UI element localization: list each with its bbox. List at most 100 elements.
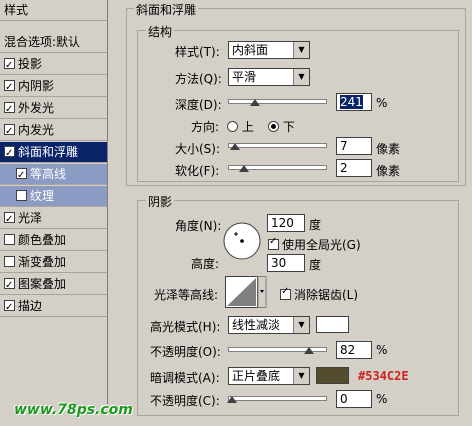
- size-slider-thumb[interactable]: [229, 143, 240, 150]
- gloss-contour-label: 光泽等高线:: [154, 288, 219, 302]
- style-item-gradient-overlay[interactable]: 渐变叠加: [0, 252, 107, 273]
- shadow-opacity-input[interactable]: 0: [336, 390, 372, 408]
- shadow-opacity-slider-track[interactable]: [228, 396, 327, 401]
- shadow-color-swatch[interactable]: [316, 367, 349, 384]
- style-item-inner-glow[interactable]: 内发光: [0, 120, 107, 141]
- style-item-label: 图案叠加: [18, 277, 67, 291]
- anti-aliased-option[interactable]: 消除锯齿(L): [280, 286, 358, 303]
- highlight-mode-select[interactable]: 线性减淡 ▼: [228, 316, 310, 334]
- style-item-label: 渐变叠加: [18, 255, 67, 269]
- highlight-opacity-slider-thumb[interactable]: [304, 347, 315, 354]
- chevron-down-icon: ▼: [293, 42, 309, 58]
- bevel-emboss-checkbox[interactable]: [4, 143, 15, 162]
- depth-label: 深度(D):: [175, 98, 222, 112]
- depth-slider-thumb[interactable]: [249, 99, 260, 106]
- style-item-outer-glow[interactable]: 外发光: [0, 98, 107, 119]
- highlight-mode-value: 线性减淡: [232, 318, 281, 332]
- chevron-down-icon: ▼: [293, 368, 309, 384]
- style-item-satin[interactable]: 光泽: [0, 208, 107, 229]
- highlight-mode-label: 高光模式(H):: [150, 320, 221, 334]
- shadow-color-annotation: #534C2E: [358, 369, 409, 383]
- angle-dial-center: [240, 239, 244, 243]
- altitude-value: 30: [271, 256, 287, 270]
- bevel-emboss-title: 斜面和浮雕: [134, 1, 199, 18]
- style-item-label: 等高线: [30, 167, 67, 181]
- chevron-down-icon: ▼: [293, 69, 309, 85]
- direction-up-option[interactable]: 上: [227, 118, 254, 135]
- depth-input[interactable]: 241: [336, 93, 372, 111]
- angle-unit: 度: [309, 218, 322, 232]
- satin-checkbox[interactable]: [4, 209, 15, 228]
- angle-label: 角度(N):: [175, 219, 222, 233]
- style-item-drop-shadow[interactable]: 投影: [0, 54, 107, 75]
- highlight-color-swatch[interactable]: [316, 316, 349, 333]
- contour-checkbox[interactable]: [16, 165, 27, 184]
- style-item-pattern-overlay[interactable]: 图案叠加: [0, 274, 107, 295]
- stroke-checkbox[interactable]: [4, 297, 15, 316]
- direction-down-label: 下: [282, 120, 295, 134]
- outer-glow-checkbox[interactable]: [4, 99, 15, 118]
- anti-aliased-checkbox[interactable]: [280, 286, 291, 300]
- size-slider-track[interactable]: [228, 143, 327, 148]
- chevron-down-icon: ▼: [293, 317, 309, 333]
- direction-up-label: 上: [241, 120, 254, 134]
- gradient-overlay-checkbox[interactable]: [4, 256, 15, 267]
- angle-dial[interactable]: [222, 221, 262, 261]
- shadow-opacity-slider-thumb[interactable]: [227, 396, 237, 403]
- style-item-color-overlay[interactable]: 颜色叠加: [0, 230, 107, 251]
- anti-aliased-label: 消除锯齿(L): [294, 288, 359, 302]
- shadow-mode-label: 暗调模式(A):: [150, 371, 220, 385]
- gloss-contour-picker[interactable]: [225, 276, 267, 308]
- style-item-label: 纹理: [30, 189, 55, 203]
- styles-header[interactable]: 样式: [0, 0, 107, 21]
- direction-down-option[interactable]: 下: [268, 118, 295, 135]
- style-item-label: 外发光: [18, 101, 55, 115]
- style-item-label: 描边: [18, 299, 43, 313]
- drop-shadow-checkbox[interactable]: [4, 55, 15, 74]
- color-overlay-checkbox[interactable]: [4, 234, 15, 245]
- global-light-label: 使用全局光(G): [282, 238, 361, 252]
- soften-input[interactable]: 2: [336, 159, 372, 177]
- size-input[interactable]: 7: [336, 137, 372, 155]
- shading-title: 阴影: [146, 193, 175, 210]
- altitude-label: 高度:: [191, 257, 220, 271]
- angle-value: 120: [271, 216, 294, 230]
- size-label: 大小(S):: [175, 142, 221, 156]
- depth-slider-track[interactable]: [228, 99, 327, 104]
- shadow-mode-select[interactable]: 正片叠底 ▼: [228, 367, 310, 385]
- style-item-label: 内阴影: [18, 79, 55, 93]
- inner-glow-checkbox[interactable]: [4, 121, 15, 140]
- direction-up-radio[interactable]: [227, 121, 238, 132]
- size-unit: 像素: [376, 142, 401, 156]
- layer-style-list: 样式 混合选项:默认 投影 内阴影 外发光 内发光 斜面和浮雕 等高线 纹理 光…: [0, 0, 108, 404]
- soften-label: 软化(F):: [175, 164, 220, 178]
- shadow-opacity-unit: %: [376, 392, 388, 406]
- style-item-texture[interactable]: 纹理: [0, 186, 107, 207]
- global-light-checkbox[interactable]: [268, 236, 279, 250]
- highlight-opacity-unit: %: [376, 343, 388, 357]
- angle-input[interactable]: 120: [267, 214, 305, 232]
- style-item-contour[interactable]: 等高线: [0, 164, 107, 185]
- style-item-blending-options[interactable]: 混合选项:默认: [0, 32, 107, 53]
- style-item-label: 光泽: [18, 211, 43, 225]
- altitude-unit: 度: [309, 258, 322, 272]
- style-select[interactable]: 内斜面 ▼: [228, 41, 310, 59]
- depth-value: 241: [340, 95, 363, 109]
- style-item-inner-shadow[interactable]: 内阴影: [0, 76, 107, 97]
- soften-value: 2: [340, 161, 348, 175]
- direction-down-radio[interactable]: [268, 121, 279, 132]
- technique-select[interactable]: 平滑 ▼: [228, 68, 310, 86]
- texture-checkbox[interactable]: [16, 190, 27, 201]
- altitude-input[interactable]: 30: [267, 254, 305, 272]
- direction-label: 方向:: [191, 120, 220, 134]
- technique-select-value: 平滑: [232, 70, 257, 84]
- inner-shadow-checkbox[interactable]: [4, 77, 15, 96]
- pattern-overlay-checkbox[interactable]: [4, 275, 15, 294]
- highlight-opacity-input[interactable]: 82: [336, 341, 372, 359]
- style-item-bevel-emboss[interactable]: 斜面和浮雕: [0, 142, 107, 163]
- technique-label: 方法(Q):: [175, 72, 222, 86]
- style-item-stroke[interactable]: 描边: [0, 296, 107, 317]
- soften-slider-thumb[interactable]: [238, 165, 249, 172]
- global-light-option[interactable]: 使用全局光(G): [268, 236, 361, 253]
- size-value: 7: [340, 139, 348, 153]
